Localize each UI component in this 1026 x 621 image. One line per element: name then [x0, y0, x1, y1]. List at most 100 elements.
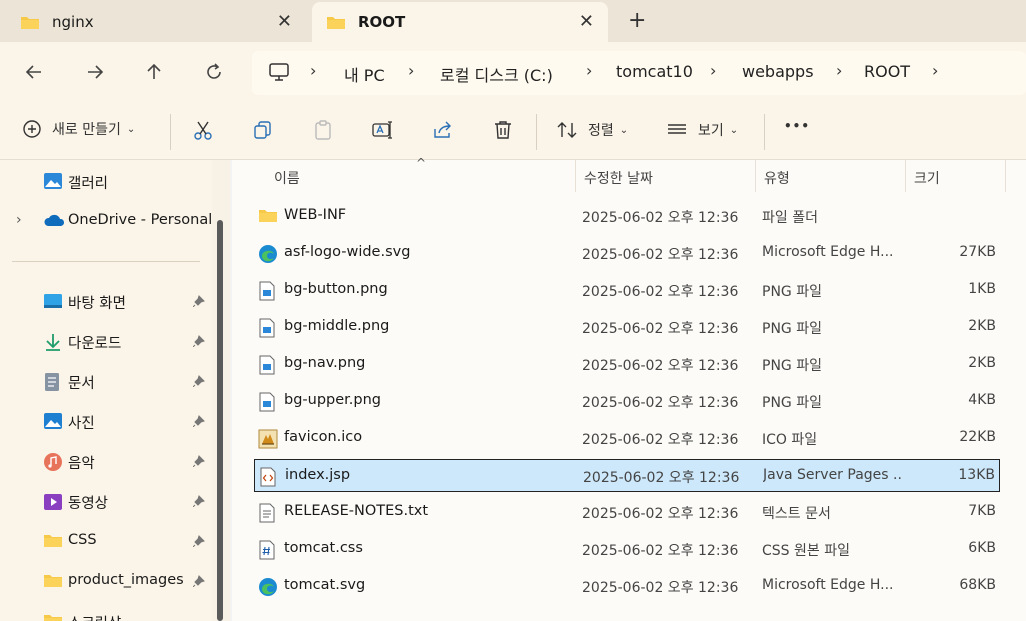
sort-button[interactable]: 정렬 ⌄: [556, 119, 628, 141]
file-name: tomcat.css: [284, 540, 363, 556]
file-date: 2025-06-02 오후 12:36: [582, 210, 739, 226]
close-icon[interactable]: ✕: [579, 11, 594, 32]
chevron-down-icon: ⌄: [619, 124, 629, 136]
pin-icon[interactable]: [193, 335, 205, 347]
file-date: 2025-06-02 오후 12:36: [582, 321, 739, 337]
back-button[interactable]: [22, 60, 46, 84]
file-type: PNG 파일: [762, 284, 822, 300]
pin-icon[interactable]: [193, 375, 205, 387]
image-file-icon: [259, 318, 275, 338]
sidebar-item-pictures[interactable]: 사진: [0, 403, 210, 439]
new-button-label: 새로 만들기: [52, 122, 121, 138]
pictures-icon: [44, 413, 62, 429]
table-row[interactable]: bg-middle.png 2025-06-02 오후 12:36 PNG 파일…: [254, 311, 1000, 344]
sidebar-item-videos[interactable]: 동영상: [0, 483, 210, 519]
delete-button[interactable]: [492, 119, 514, 141]
file-type: Microsoft Edge H...: [762, 244, 894, 260]
sidebar-item-product-images[interactable]: product_images: [0, 563, 210, 599]
chevron-down-icon: ⌄: [729, 124, 739, 136]
file-name: favicon.ico: [284, 429, 363, 445]
pin-icon[interactable]: [193, 575, 205, 587]
file-type: Java Server Pages ...: [763, 467, 903, 483]
chevron-down-icon: ⌄: [126, 123, 136, 135]
sidebar-scrollbar-thumb[interactable]: [217, 220, 223, 621]
sidebar-item-label: 사진: [68, 416, 95, 432]
column-divider[interactable]: [575, 160, 576, 192]
gallery-icon: [44, 173, 62, 189]
up-button[interactable]: [142, 60, 166, 84]
address-bar[interactable]: › 내 PC › 로컬 디스크 (C:) › tomcat10 › webapp…: [252, 51, 1026, 95]
chevron-right-icon: ›: [836, 61, 843, 80]
pin-icon[interactable]: [193, 535, 205, 547]
paste-button[interactable]: [312, 119, 334, 141]
arrow-up-icon: [147, 63, 161, 79]
toolbar-divider: [170, 114, 171, 150]
sidebar-item-music[interactable]: 음악: [0, 443, 210, 479]
table-row-selected[interactable]: index.jsp 2025-06-02 오후 12:36 Java Serve…: [254, 459, 1000, 492]
file-type: PNG 파일: [762, 321, 822, 337]
sidebar-item-css[interactable]: CSS: [0, 523, 210, 559]
more-options-button[interactable]: •••: [784, 119, 810, 133]
pin-icon[interactable]: [193, 495, 205, 507]
tab-nginx[interactable]: nginx ✕: [6, 2, 306, 42]
file-name: bg-upper.png: [284, 392, 381, 408]
sidebar-item-label: 음악: [68, 456, 95, 472]
chevron-right-icon: ›: [408, 61, 415, 80]
pin-icon[interactable]: [193, 455, 205, 467]
file-size: 1KB: [968, 281, 996, 297]
file-type: Microsoft Edge H...: [762, 577, 894, 593]
sidebar-item-gallery[interactable]: 갤러리: [0, 163, 210, 199]
edge-icon: [259, 245, 277, 263]
file-size: 6KB: [968, 540, 996, 556]
table-row[interactable]: asf-logo-wide.svg 2025-06-02 오후 12:36 Mi…: [254, 237, 1000, 270]
forward-button[interactable]: [83, 60, 107, 84]
breadcrumb-item[interactable]: webapps: [742, 62, 814, 81]
chevron-right-icon: ›: [586, 61, 593, 80]
table-row[interactable]: RELEASE-NOTES.txt 2025-06-02 오후 12:36 텍스…: [254, 496, 1000, 529]
sidebar-item-label: 다운로드: [68, 336, 122, 352]
column-header-type[interactable]: 유형: [764, 168, 790, 188]
refresh-button[interactable]: [202, 60, 226, 84]
folder-icon: [21, 17, 39, 29]
breadcrumb-item[interactable]: 내 PC: [344, 62, 385, 86]
new-tab-button[interactable]: +: [628, 8, 646, 33]
rename-button[interactable]: [371, 119, 393, 141]
share-button[interactable]: [432, 119, 454, 141]
breadcrumb-item[interactable]: tomcat10: [616, 62, 693, 81]
table-row[interactable]: bg-button.png 2025-06-02 오후 12:36 PNG 파일…: [254, 274, 1000, 307]
table-row[interactable]: bg-nav.png 2025-06-02 오후 12:36 PNG 파일 2K…: [254, 348, 1000, 381]
breadcrumb-item[interactable]: 로컬 디스크 (C:): [440, 62, 553, 86]
pin-icon[interactable]: [193, 295, 205, 307]
table-row[interactable]: bg-upper.png 2025-06-02 오후 12:36 PNG 파일 …: [254, 385, 1000, 418]
table-row[interactable]: tomcat.css 2025-06-02 오후 12:36 CSS 원본 파일…: [254, 533, 1000, 566]
column-header-date[interactable]: 수정한 날짜: [584, 168, 653, 188]
sidebar-item-desktop[interactable]: 바탕 화면: [0, 283, 210, 319]
view-button[interactable]: 보기 ⌄: [666, 119, 738, 141]
sidebar-item-downloads[interactable]: 다운로드: [0, 323, 210, 359]
image-file-icon: [259, 392, 275, 412]
sidebar-item-onedrive[interactable]: › OneDrive - Personal: [0, 203, 213, 239]
copy-button[interactable]: [252, 119, 274, 141]
cut-button[interactable]: [192, 119, 214, 141]
column-header-size[interactable]: 크기: [914, 168, 940, 188]
table-row[interactable]: WEB-INF 2025-06-02 오후 12:36 파일 폴더: [254, 200, 1000, 233]
table-row[interactable]: favicon.ico 2025-06-02 오후 12:36 ICO 파일 2…: [254, 422, 1000, 455]
column-divider[interactable]: [905, 160, 906, 192]
plus-circle-icon: [23, 120, 41, 138]
tab-root[interactable]: ROOT ✕: [312, 2, 608, 42]
close-icon[interactable]: ✕: [277, 11, 292, 32]
chevron-right-icon[interactable]: ›: [16, 212, 22, 228]
file-size: 22KB: [959, 429, 996, 445]
code-file-icon: [260, 467, 276, 487]
sidebar-item-documents[interactable]: 문서: [0, 363, 210, 399]
new-button[interactable]: 새로 만들기 ⌄: [22, 119, 135, 139]
sidebar-item-screenshots[interactable]: 스크린샷: [0, 603, 210, 621]
column-divider[interactable]: [1005, 160, 1006, 192]
column-divider[interactable]: [755, 160, 756, 192]
breadcrumb-item[interactable]: ROOT: [864, 62, 910, 81]
file-date: 2025-06-02 오후 12:36: [582, 506, 739, 522]
table-row[interactable]: tomcat.svg 2025-06-02 오후 12:36 Microsoft…: [254, 570, 1000, 603]
sidebar-item-label: OneDrive - Personal: [68, 212, 213, 228]
pin-icon[interactable]: [193, 415, 205, 427]
column-header-name[interactable]: 이름: [274, 168, 300, 188]
